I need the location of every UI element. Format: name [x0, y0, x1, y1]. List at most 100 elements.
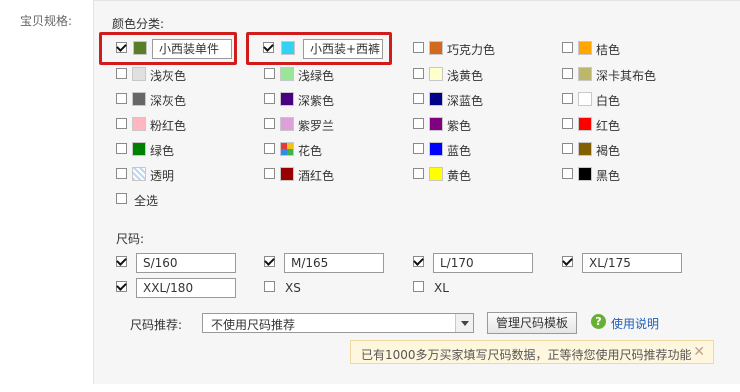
- color-checkbox[interactable]: [413, 168, 424, 179]
- color-checkbox[interactable]: [562, 93, 573, 104]
- color-swatch: [578, 67, 592, 81]
- color-checkbox[interactable]: [562, 143, 573, 154]
- custom-color-checkbox-1[interactable]: [116, 42, 127, 53]
- size-checkbox-s[interactable]: [116, 256, 127, 267]
- color-label: 巧克力色: [447, 43, 496, 57]
- color-checkbox[interactable]: [562, 68, 573, 79]
- color-swatch: [280, 117, 294, 131]
- color-checkbox[interactable]: [116, 118, 127, 129]
- color-label: 深灰色: [150, 94, 187, 108]
- size-label-xl: XL: [434, 281, 449, 295]
- color-swatch: [280, 67, 294, 81]
- close-icon[interactable]: ✕: [693, 344, 705, 360]
- color-swatch: [578, 117, 592, 131]
- size-input-s[interactable]: S/160: [136, 253, 236, 273]
- color-checkbox[interactable]: [116, 68, 127, 79]
- color-swatch: [578, 142, 592, 156]
- size-section-title: 尺码:: [116, 232, 145, 246]
- color-label: 白色: [596, 94, 621, 108]
- color-label: 深紫色: [298, 94, 335, 108]
- select-all-checkbox[interactable]: [116, 193, 127, 204]
- manage-size-template-button[interactable]: 管理尺码模板: [487, 312, 578, 334]
- color-label: 红色: [596, 119, 621, 133]
- color-checkbox[interactable]: [562, 42, 573, 53]
- tip-text: 已有1000多万买家填写尺码数据，正等待您使用尺码推荐功能: [361, 348, 692, 362]
- help-icon[interactable]: ?: [591, 314, 606, 329]
- color-checkbox[interactable]: [413, 42, 424, 53]
- color-swatch: [429, 67, 443, 81]
- color-label: 粉红色: [150, 119, 187, 133]
- size-checkbox-xl[interactable]: [413, 281, 424, 292]
- color-section-title: 颜色分类:: [112, 17, 165, 31]
- color-checkbox[interactable]: [116, 93, 127, 104]
- select-all-label: 全选: [134, 194, 159, 208]
- color-checkbox[interactable]: [413, 68, 424, 79]
- color-swatch: [578, 92, 592, 106]
- color-swatch: [429, 142, 443, 156]
- color-label: 酒红色: [298, 169, 335, 183]
- color-checkbox[interactable]: [264, 68, 275, 79]
- color-checkbox[interactable]: [116, 143, 127, 154]
- chevron-down-icon[interactable]: [455, 314, 473, 332]
- color-checkbox[interactable]: [562, 118, 573, 129]
- color-label: 绿色: [150, 144, 175, 158]
- color-checkbox[interactable]: [413, 143, 424, 154]
- color-swatch: [132, 167, 146, 181]
- size-checkbox-m[interactable]: [264, 256, 275, 267]
- size-recommend-selected: 不使用尺码推荐: [211, 318, 296, 332]
- size-input-m[interactable]: M/165: [284, 253, 384, 273]
- help-link[interactable]: 使用说明: [611, 315, 659, 332]
- color-swatch: [132, 67, 146, 81]
- color-swatch: [132, 142, 146, 156]
- custom-color-swatch-1: [133, 41, 147, 55]
- color-label: 蓝色: [447, 144, 472, 158]
- color-swatch: [429, 41, 443, 55]
- color-swatch: [578, 167, 592, 181]
- color-checkbox[interactable]: [116, 168, 127, 179]
- size-input-l[interactable]: L/170: [433, 253, 533, 273]
- color-swatch: [280, 92, 294, 106]
- size-checkbox-xl175[interactable]: [562, 256, 573, 267]
- color-label: 褐色: [596, 144, 621, 158]
- color-swatch: [429, 117, 443, 131]
- color-checkbox[interactable]: [264, 93, 275, 104]
- color-label: 浅黄色: [447, 69, 484, 83]
- color-label: 紫罗兰: [298, 119, 335, 133]
- size-checkbox-xs[interactable]: [264, 281, 275, 292]
- custom-color-name-input-2[interactable]: 小西装+西裤: [303, 39, 383, 59]
- color-label: 黑色: [596, 169, 621, 183]
- size-recommend-select[interactable]: 不使用尺码推荐: [202, 313, 474, 333]
- color-swatch: [280, 167, 294, 181]
- size-checkbox-xxl[interactable]: [116, 281, 127, 292]
- color-label: 桔色: [596, 43, 621, 57]
- color-label: 黄色: [447, 169, 472, 183]
- custom-color-name-input-1[interactable]: 小西装单件: [152, 39, 232, 59]
- color-label: 透明: [150, 169, 175, 183]
- color-swatch: [132, 92, 146, 106]
- color-label: 花色: [298, 144, 323, 158]
- custom-color-checkbox-2[interactable]: [263, 42, 274, 53]
- color-checkbox[interactable]: [264, 143, 275, 154]
- color-label: 浅绿色: [298, 69, 335, 83]
- size-label-xs: XS: [285, 281, 301, 295]
- custom-color-swatch-2: [281, 41, 295, 55]
- color-swatch: [429, 92, 443, 106]
- color-label: 深卡其布色: [596, 69, 657, 83]
- color-checkbox[interactable]: [413, 118, 424, 129]
- color-checkbox[interactable]: [562, 168, 573, 179]
- color-swatch: [132, 117, 146, 131]
- color-checkbox[interactable]: [264, 118, 275, 129]
- size-checkbox-l[interactable]: [413, 256, 424, 267]
- color-label: 深蓝色: [447, 94, 484, 108]
- tip-banner: 已有1000多万买家填写尺码数据，正等待您使用尺码推荐功能 ✕: [350, 340, 714, 364]
- color-checkbox[interactable]: [413, 93, 424, 104]
- spec-form-label: 宝贝规格:: [20, 14, 73, 28]
- color-swatch: [280, 142, 294, 156]
- color-swatch: [578, 41, 592, 55]
- color-label: 浅灰色: [150, 69, 187, 83]
- color-swatch: [429, 167, 443, 181]
- size-input-xxl[interactable]: XXL/180: [136, 278, 236, 298]
- color-checkbox[interactable]: [264, 168, 275, 179]
- size-input-xl175[interactable]: XL/175: [582, 253, 682, 273]
- color-label: 紫色: [447, 119, 472, 133]
